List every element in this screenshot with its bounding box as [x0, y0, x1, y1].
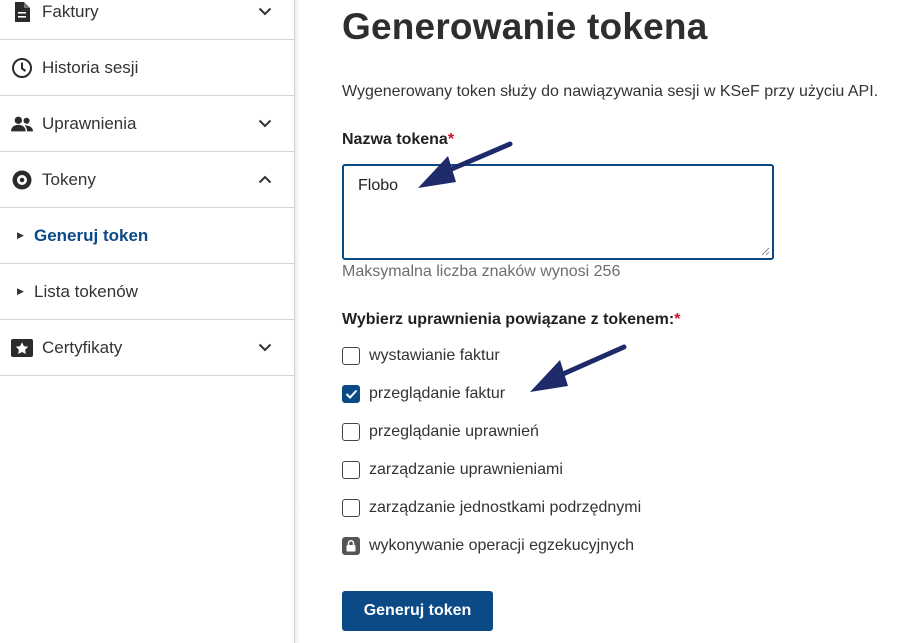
document-icon — [11, 1, 33, 23]
certificate-icon — [11, 337, 33, 359]
sidebar-item-label: Uprawnienia — [42, 113, 137, 133]
token-icon — [11, 169, 33, 191]
permissions-label: Wybierz uprawnienia powiązane z tokenem:… — [342, 311, 680, 329]
sidebar-item-historia-sesji[interactable]: Historia sesji — [0, 40, 294, 96]
main-content: Generowanie tokena Wygenerowany token sł… — [342, 0, 904, 643]
sidebar-item-uprawnienia[interactable]: Uprawnienia — [0, 96, 294, 152]
permission-wystawianie-faktur[interactable]: wystawianie faktur — [342, 345, 500, 367]
sidebar-item-tokeny[interactable]: Tokeny — [0, 152, 294, 208]
sidebar: Faktury Historia sesji Uprawnienia Token… — [0, 0, 295, 643]
permissions-label-text: Wybierz uprawnienia powiązane z tokenem: — [342, 311, 675, 328]
permission-przegladanie-faktur[interactable]: przeglądanie faktur — [342, 383, 505, 405]
checkbox-checked[interactable] — [342, 385, 360, 403]
checkbox[interactable] — [342, 461, 360, 479]
sidebar-item-label: Generuj token — [34, 225, 149, 245]
permission-operacje-egzekucyjne: wykonywanie operacji egzekucyjnych — [342, 535, 634, 557]
resize-handle-icon[interactable] — [760, 246, 770, 256]
bullet-icon: ▶ — [17, 286, 24, 296]
sidebar-subitem-generuj-token[interactable]: ▶ Generuj token — [0, 208, 294, 264]
sidebar-subitem-lista-tokenow[interactable]: ▶ Lista tokenów — [0, 264, 294, 320]
token-name-input[interactable] — [342, 164, 774, 260]
sidebar-item-label: Historia sesji — [42, 57, 139, 77]
page-title: Generowanie tokena — [342, 6, 708, 47]
token-name-label: Nazwa tokena* — [342, 131, 454, 149]
permission-zarzadzanie-jednostkami[interactable]: zarządzanie jednostkami podrzędnymi — [342, 497, 641, 519]
sidebar-shadow — [294, 0, 300, 643]
chevron-down-icon[interactable] — [257, 116, 273, 132]
chevron-down-icon[interactable] — [257, 340, 273, 356]
required-marker: * — [447, 131, 455, 148]
sidebar-item-certyfikaty[interactable]: Certyfikaty — [0, 320, 294, 376]
permission-zarzadzanie-uprawnieniami[interactable]: zarządzanie uprawnieniami — [342, 459, 563, 481]
generate-token-button[interactable]: Generuj token — [342, 591, 493, 631]
bullet-icon: ▶ — [17, 230, 24, 240]
permission-przegladanie-uprawnien[interactable]: przeglądanie uprawnień — [342, 421, 539, 443]
sidebar-item-faktury[interactable]: Faktury — [0, 0, 294, 40]
permission-label: przeglądanie faktur — [369, 385, 506, 402]
permission-label: zarządzanie uprawnieniami — [369, 461, 563, 478]
sidebar-item-label: Faktury — [42, 1, 99, 21]
checkbox[interactable] — [342, 499, 360, 517]
chevron-up-icon[interactable] — [257, 172, 273, 188]
permission-label: przeglądanie uprawnień — [369, 423, 539, 440]
permission-label: wystawianie faktur — [369, 347, 500, 364]
lock-icon — [342, 537, 360, 555]
permission-label: wykonywanie operacji egzekucyjnych — [369, 537, 635, 554]
sidebar-item-label: Tokeny — [42, 169, 96, 189]
sidebar-item-label: Certyfikaty — [42, 337, 123, 357]
users-icon — [11, 113, 33, 135]
required-marker: * — [674, 311, 681, 328]
token-name-hint: Maksymalna liczba znaków wynosi 256 — [342, 263, 621, 280]
permission-label: zarządzanie jednostkami podrzędnymi — [369, 499, 642, 516]
checkbox[interactable] — [342, 347, 360, 365]
clock-icon — [11, 57, 33, 79]
checkmark-icon — [345, 389, 357, 399]
token-name-label-text: Nazwa tokena — [342, 131, 448, 148]
chevron-down-icon[interactable] — [257, 4, 273, 20]
checkbox[interactable] — [342, 423, 360, 441]
page-description: Wygenerowany token służy do nawiązywania… — [342, 83, 879, 100]
sidebar-item-label: Lista tokenów — [34, 281, 138, 301]
